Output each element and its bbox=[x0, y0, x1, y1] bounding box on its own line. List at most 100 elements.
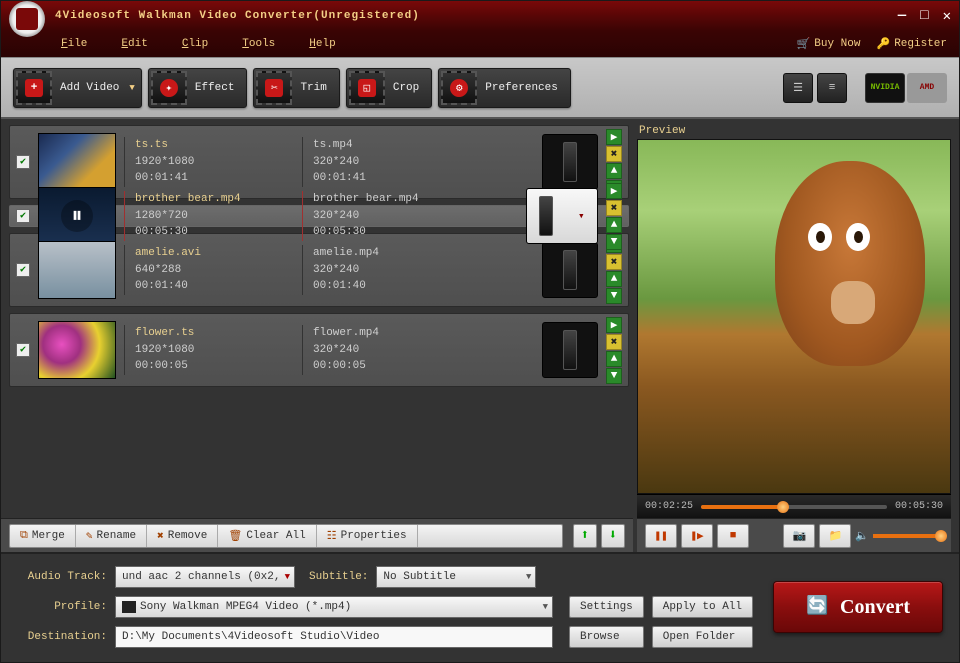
app-window: 4Videosoft Walkman Video Converter(Unreg… bbox=[0, 0, 960, 663]
menu-tools[interactable]: Tools bbox=[242, 38, 275, 50]
destination-input[interactable]: D:\My Documents\4Videosoft Studio\Video bbox=[115, 626, 553, 648]
row-run-button[interactable]: ▶ bbox=[606, 129, 622, 145]
output-duration: 00:00:05 bbox=[313, 358, 452, 375]
rename-button[interactable]: ✎Rename bbox=[76, 525, 147, 547]
row-remove-button[interactable]: ✖ bbox=[606, 254, 622, 270]
menu-file[interactable]: File bbox=[61, 38, 87, 50]
crop-button[interactable]: ◱ Crop bbox=[346, 68, 432, 108]
file-checkbox[interactable]: ✔ bbox=[16, 209, 30, 223]
row-run-button[interactable]: ▶ bbox=[606, 183, 622, 199]
trim-button[interactable]: ✂ Trim bbox=[253, 68, 339, 108]
file-duration: 00:00:05 bbox=[135, 358, 294, 375]
file-resolution: 1920*1080 bbox=[135, 342, 294, 359]
row-down-button[interactable]: ▼ bbox=[606, 288, 622, 304]
row-remove-button[interactable]: ✖ bbox=[606, 334, 622, 350]
open-snapshots-button[interactable]: 📁 bbox=[819, 524, 851, 548]
step-button[interactable]: ❚▶ bbox=[681, 524, 713, 548]
output-name: brother bear.mp4 bbox=[313, 191, 452, 208]
file-checkbox[interactable]: ✔ bbox=[16, 155, 30, 169]
open-folder-button[interactable]: Open Folder bbox=[652, 626, 753, 648]
maximize-button[interactable]: □ bbox=[920, 8, 928, 25]
clear-icon: 🗑 bbox=[228, 529, 242, 543]
rename-icon: ✎ bbox=[86, 529, 93, 543]
preview-image bbox=[638, 140, 950, 493]
row-down-button[interactable]: ▼ bbox=[606, 368, 622, 384]
subtitle-select[interactable]: No Subtitle bbox=[376, 566, 536, 588]
destination-label: Destination: bbox=[17, 631, 107, 643]
window-title: 4Videosoft Walkman Video Converter(Unreg… bbox=[55, 10, 898, 22]
remove-icon: ✖ bbox=[157, 529, 164, 543]
menu-help[interactable]: Help bbox=[309, 38, 335, 50]
register-link[interactable]: 🔑Register bbox=[876, 37, 947, 51]
file-resolution: 1280*720 bbox=[135, 208, 294, 225]
file-thumbnail bbox=[38, 241, 116, 299]
row-remove-button[interactable]: ✖ bbox=[606, 200, 622, 216]
toolbar: + Add Video▼ ✦ Effect ✂ Trim ◱ Crop ⚙ Pr… bbox=[1, 57, 959, 119]
apply-all-button[interactable]: Apply to All bbox=[652, 596, 753, 618]
seek-slider[interactable] bbox=[701, 505, 887, 509]
move-up-button[interactable]: ⬆ bbox=[573, 524, 597, 548]
trim-icon: ✂ bbox=[256, 71, 292, 105]
row-up-button[interactable]: ▲ bbox=[606, 217, 622, 233]
buy-now-link[interactable]: 🛒Buy Now bbox=[797, 37, 861, 51]
row-up-button[interactable]: ▲ bbox=[606, 351, 622, 367]
output-resolution: 320*240 bbox=[313, 262, 452, 279]
device-dropdown[interactable]: ▾ bbox=[526, 188, 598, 244]
merge-button[interactable]: ⧉Merge bbox=[10, 525, 76, 547]
settings-button[interactable]: Settings bbox=[569, 596, 644, 618]
file-checkbox[interactable]: ✔ bbox=[16, 263, 30, 277]
device-preview bbox=[542, 322, 598, 378]
stop-button[interactable]: ■ bbox=[717, 524, 749, 548]
profile-icon bbox=[122, 601, 136, 613]
output-duration: 00:05:30 bbox=[313, 224, 452, 241]
preview-controls: ❚❚ ❚▶ ■ 📷 📁 🔈 bbox=[637, 518, 951, 552]
list-actions-bar: ⧉Merge ✎Rename ✖Remove 🗑Clear All ☷Prope… bbox=[1, 518, 633, 552]
device-preview bbox=[542, 134, 598, 190]
row-down-button[interactable]: ▼ bbox=[606, 234, 622, 250]
file-thumbnail bbox=[38, 321, 116, 379]
output-duration: 00:01:41 bbox=[313, 170, 452, 187]
remove-button[interactable]: ✖Remove bbox=[147, 525, 218, 547]
effect-button[interactable]: ✦ Effect bbox=[148, 68, 248, 108]
file-row[interactable]: ✔ brother bear.mp4 1280*720 00:05:30 bro… bbox=[9, 205, 629, 227]
gpu-amd-badge: AMD bbox=[907, 73, 947, 103]
file-duration: 00:01:41 bbox=[135, 170, 294, 187]
snapshot-button[interactable]: 📷 bbox=[783, 524, 815, 548]
pause-button[interactable]: ❚❚ bbox=[645, 524, 677, 548]
view-detail-button[interactable]: ≡ bbox=[817, 73, 847, 103]
preferences-button[interactable]: ⚙ Preferences bbox=[438, 68, 571, 108]
move-down-button[interactable]: ⬇ bbox=[601, 524, 625, 548]
gpu-nvidia-badge: NVIDIA bbox=[865, 73, 905, 103]
file-row[interactable]: ✔ flower.ts 1920*1080 00:00:05 flower.mp… bbox=[9, 313, 629, 387]
cart-icon: 🛒 bbox=[797, 37, 811, 51]
minimize-button[interactable]: — bbox=[898, 8, 906, 25]
convert-icon: 🔄 bbox=[806, 595, 830, 619]
audio-track-select[interactable]: und aac 2 channels (0x2, bbox=[115, 566, 295, 588]
row-up-button[interactable]: ▲ bbox=[606, 163, 622, 179]
close-button[interactable]: ✕ bbox=[943, 8, 951, 25]
file-name: flower.ts bbox=[135, 325, 294, 342]
preview-timeline: 00:02:25 00:05:30 bbox=[637, 494, 951, 518]
view-list-button[interactable]: ☰ bbox=[783, 73, 813, 103]
profile-select[interactable]: Sony Walkman MPEG4 Video (*.mp4) bbox=[115, 596, 553, 618]
add-video-button[interactable]: + Add Video▼ bbox=[13, 68, 142, 108]
file-checkbox[interactable]: ✔ bbox=[16, 343, 30, 357]
menu-clip[interactable]: Clip bbox=[182, 38, 208, 50]
menu-edit[interactable]: Edit bbox=[121, 38, 147, 50]
row-remove-button[interactable]: ✖ bbox=[606, 146, 622, 162]
properties-button[interactable]: ☷Properties bbox=[317, 525, 418, 547]
row-run-button[interactable]: ▶ bbox=[606, 317, 622, 333]
file-thumbnail bbox=[38, 187, 116, 245]
file-list: ✔ ts.ts 1920*1080 00:01:41 ts.mp4 320*24… bbox=[1, 119, 633, 518]
browse-button[interactable]: Browse bbox=[569, 626, 644, 648]
crop-icon: ◱ bbox=[349, 71, 385, 105]
subtitle-label: Subtitle: bbox=[309, 571, 368, 583]
clear-all-button[interactable]: 🗑Clear All bbox=[218, 525, 316, 547]
row-up-button[interactable]: ▲ bbox=[606, 271, 622, 287]
convert-button[interactable]: 🔄 Convert bbox=[773, 581, 943, 633]
file-resolution: 640*288 bbox=[135, 262, 294, 279]
merge-icon: ⧉ bbox=[20, 530, 28, 542]
file-row[interactable]: ✔ amelie.avi 640*288 00:01:40 amelie.mp4… bbox=[9, 233, 629, 307]
preferences-icon: ⚙ bbox=[441, 71, 477, 105]
volume-slider[interactable] bbox=[873, 534, 943, 538]
